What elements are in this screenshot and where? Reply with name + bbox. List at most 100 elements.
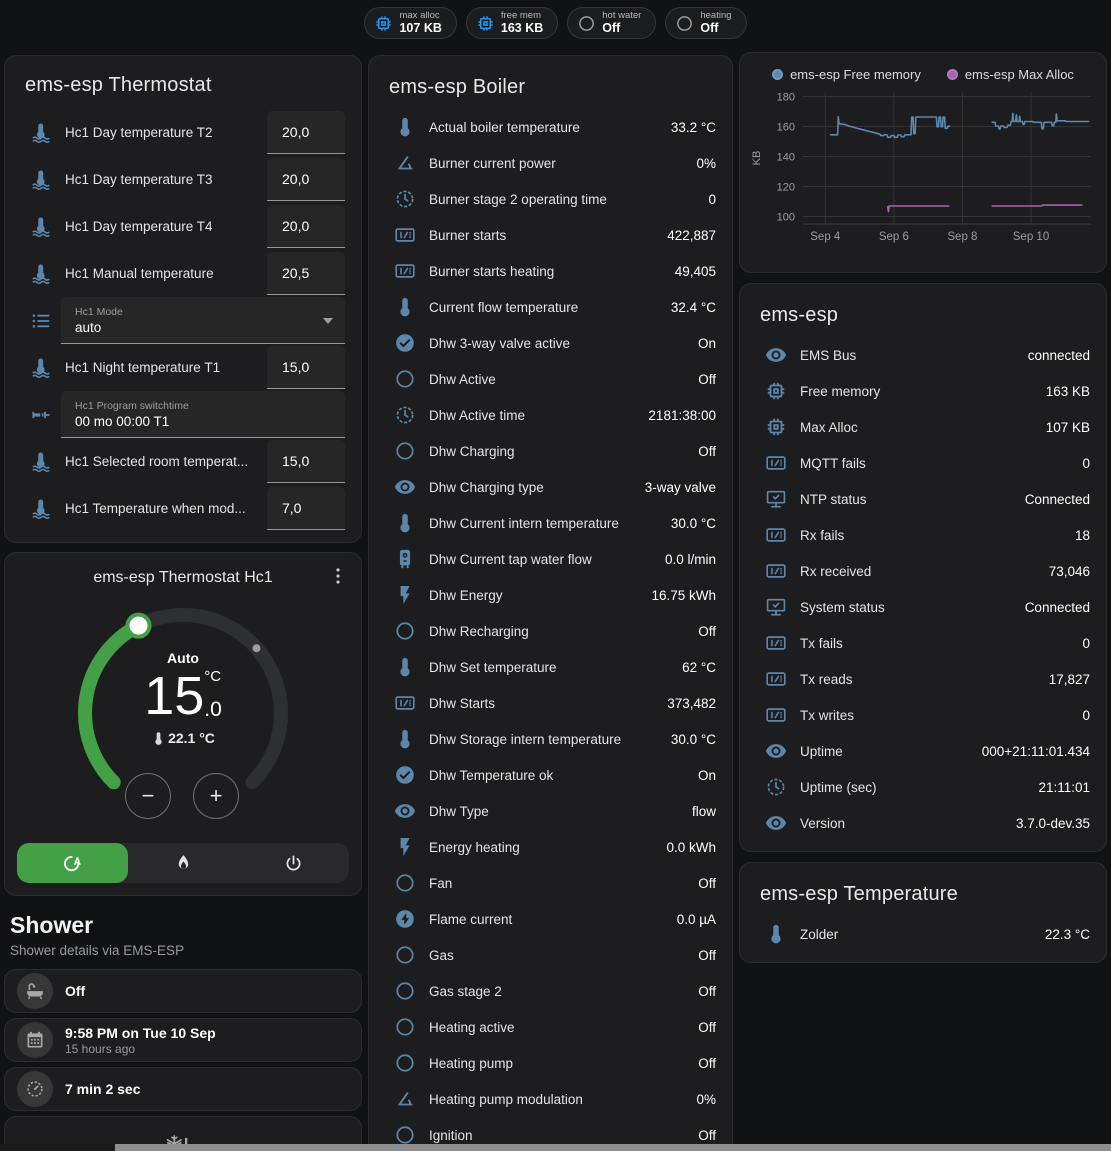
entity-row[interactable]: Tx writes 0 xyxy=(756,697,1090,733)
number-input[interactable]: 7,0 xyxy=(267,487,345,530)
entity-row[interactable]: Free memory 163 KB xyxy=(756,373,1090,409)
entity-row[interactable]: Heating pump Off xyxy=(385,1045,716,1081)
entity-row[interactable]: Burner stage 2 operating time 0 xyxy=(385,181,716,217)
entity-row[interactable]: Rx fails 18 xyxy=(756,517,1090,553)
entity-label: Uptime (sec) xyxy=(796,780,1038,795)
number-input[interactable]: 15,0 xyxy=(267,440,345,483)
memory-chart[interactable]: 100120140160180Sep 4Sep 6Sep 8Sep 10KB xyxy=(747,86,1099,254)
number-input[interactable]: 20,5 xyxy=(267,252,345,295)
header-chip[interactable]: heating Off xyxy=(665,7,746,39)
entity-value: Connected xyxy=(1025,600,1090,615)
header-chip[interactable]: free mem 163 KB xyxy=(466,7,558,39)
entity-row[interactable]: Dhw Active time 2181:38:00 xyxy=(385,397,716,433)
legend-item[interactable]: ems-esp Free memory xyxy=(772,67,921,82)
entity-row[interactable]: Tx reads 17,827 xyxy=(756,661,1090,697)
entity-row[interactable]: Gas Off xyxy=(385,937,716,973)
entity-row[interactable]: Version 3.7.0-dev.35 xyxy=(756,805,1090,841)
entity-row[interactable]: Zolder 22.3 °C xyxy=(756,916,1090,952)
entity-label: Hc1 Day temperature T3 xyxy=(61,172,267,187)
entity-row[interactable]: Max Alloc 107 KB xyxy=(756,409,1090,445)
mode-button[interactable] xyxy=(128,843,239,883)
entity-row[interactable]: Burner starts heating 49,405 xyxy=(385,253,716,289)
shower-card[interactable]: Off xyxy=(4,969,362,1013)
entity-label: Burner current power xyxy=(425,156,696,171)
entity-row[interactable]: Rx received 73,046 xyxy=(756,553,1090,589)
entity-row[interactable]: Dhw Type flow xyxy=(385,793,716,829)
clock-dashed-icon xyxy=(385,188,425,210)
entity-row[interactable]: Energy heating 0.0 kWh xyxy=(385,829,716,865)
entity-row[interactable]: Dhw Charging type 3-way valve xyxy=(385,469,716,505)
format-list-icon xyxy=(21,310,61,332)
thermostat-dial-card: ems-esp Thermostat Hc1 Auto 15 °C .0 xyxy=(4,552,362,896)
entity-value: 0.0 l/min xyxy=(665,552,716,567)
entity-row[interactable]: Dhw Storage intern temperature 30.0 °C xyxy=(385,721,716,757)
entity-row[interactable]: Gas stage 2 Off xyxy=(385,973,716,1009)
number-input[interactable]: 15,0 xyxy=(267,346,345,389)
svg-text:Sep 10: Sep 10 xyxy=(1013,231,1049,243)
entity-row[interactable]: Dhw Current tap water flow 0.0 l/min xyxy=(385,541,716,577)
legend-item[interactable]: ems-esp Max Alloc xyxy=(947,67,1074,82)
entity-row[interactable]: Burner starts 422,887 xyxy=(385,217,716,253)
temperature-rows: Zolder 22.3 °C xyxy=(756,916,1090,952)
entity-row[interactable]: Uptime 000+21:11:01.434 xyxy=(756,733,1090,769)
entity-row[interactable]: Burner current power 0% xyxy=(385,145,716,181)
memory-chip-icon xyxy=(756,380,796,402)
entity-row[interactable]: Dhw Current intern temperature 30.0 °C xyxy=(385,505,716,541)
entity-label: Dhw 3-way valve active xyxy=(425,336,698,351)
thermostat-row: Hc1 Day temperature T4 20,0 xyxy=(17,203,349,250)
entity-row[interactable]: Dhw Active Off xyxy=(385,361,716,397)
header-chip[interactable]: hot water Off xyxy=(567,7,656,39)
eye-icon xyxy=(756,740,796,762)
angle-acute-icon xyxy=(385,1088,425,1110)
entity-row[interactable]: EMS Bus connected xyxy=(756,337,1090,373)
mode-button[interactable] xyxy=(17,843,128,883)
entity-row[interactable]: Dhw Recharging Off xyxy=(385,613,716,649)
entity-row[interactable]: Heating active Off xyxy=(385,1009,716,1045)
horizontal-scrollbar[interactable] xyxy=(115,1144,1111,1151)
entity-value: 0 xyxy=(708,192,716,207)
entity-label: Heating pump modulation xyxy=(425,1092,696,1107)
dots-vertical-icon[interactable] xyxy=(327,565,351,589)
entity-row[interactable]: System status Connected xyxy=(756,589,1090,625)
text-input[interactable]: Hc1 Program switchtime 00 mo 00:00 T1 xyxy=(61,391,345,438)
memory-chart-card: ems-esp Free memory ems-esp Max Alloc 100… xyxy=(739,52,1107,273)
shower-card[interactable]: 7 min 2 sec xyxy=(4,1067,362,1111)
entity-value: Off xyxy=(698,1020,716,1035)
decrease-temp-button[interactable]: − xyxy=(125,773,171,819)
entity-label: Actual boiler temperature xyxy=(425,120,671,135)
header-chip[interactable]: max alloc 107 KB xyxy=(364,7,456,39)
mode-select[interactable]: Hc1 Mode auto xyxy=(61,297,345,344)
thermometer-water-icon xyxy=(21,216,61,238)
number-input[interactable]: 20,0 xyxy=(267,111,345,154)
entity-label: Hc1 Temperature when mod... xyxy=(61,501,267,516)
entity-row[interactable]: Dhw Charging Off xyxy=(385,433,716,469)
increase-temp-button[interactable]: + xyxy=(193,773,239,819)
entity-label: Burner starts xyxy=(425,228,667,243)
entity-row[interactable]: Flame current 0.0 µA xyxy=(385,901,716,937)
chip-label: hot water xyxy=(602,11,641,21)
entity-row[interactable]: Dhw Starts 373,482 xyxy=(385,685,716,721)
entity-row[interactable]: Actual boiler temperature 33.2 °C xyxy=(385,109,716,145)
entity-row[interactable]: NTP status Connected xyxy=(756,481,1090,517)
shower-card[interactable]: 9:58 PM on Tue 10 Sep 15 hours ago xyxy=(4,1018,362,1062)
entity-label: Heating pump xyxy=(425,1056,698,1071)
entity-label: Version xyxy=(796,816,1016,831)
entity-row[interactable]: Dhw Energy 16.75 kWh xyxy=(385,577,716,613)
number-input[interactable]: 20,0 xyxy=(267,158,345,201)
number-input[interactable]: 20,0 xyxy=(267,205,345,248)
thermostat-dial-svg[interactable] xyxy=(63,595,303,833)
entity-row[interactable]: Tx fails 0 xyxy=(756,625,1090,661)
entity-row[interactable]: Uptime (sec) 21:11:01 xyxy=(756,769,1090,805)
entity-row[interactable]: Fan Off xyxy=(385,865,716,901)
entity-row[interactable]: MQTT fails 0 xyxy=(756,445,1090,481)
entity-label: Tx writes xyxy=(796,708,1082,723)
shower-card[interactable] xyxy=(4,1116,362,1147)
entity-row[interactable]: Dhw Set temperature 62 °C xyxy=(385,649,716,685)
mode-button[interactable] xyxy=(238,843,349,883)
thermometer-icon xyxy=(385,116,425,138)
entity-row[interactable]: Heating pump modulation 0% xyxy=(385,1081,716,1117)
legend-label: ems-esp Max Alloc xyxy=(965,67,1074,82)
entity-row[interactable]: Current flow temperature 32.4 °C xyxy=(385,289,716,325)
entity-row[interactable]: Dhw 3-way valve active On xyxy=(385,325,716,361)
entity-row[interactable]: Dhw Temperature ok On xyxy=(385,757,716,793)
